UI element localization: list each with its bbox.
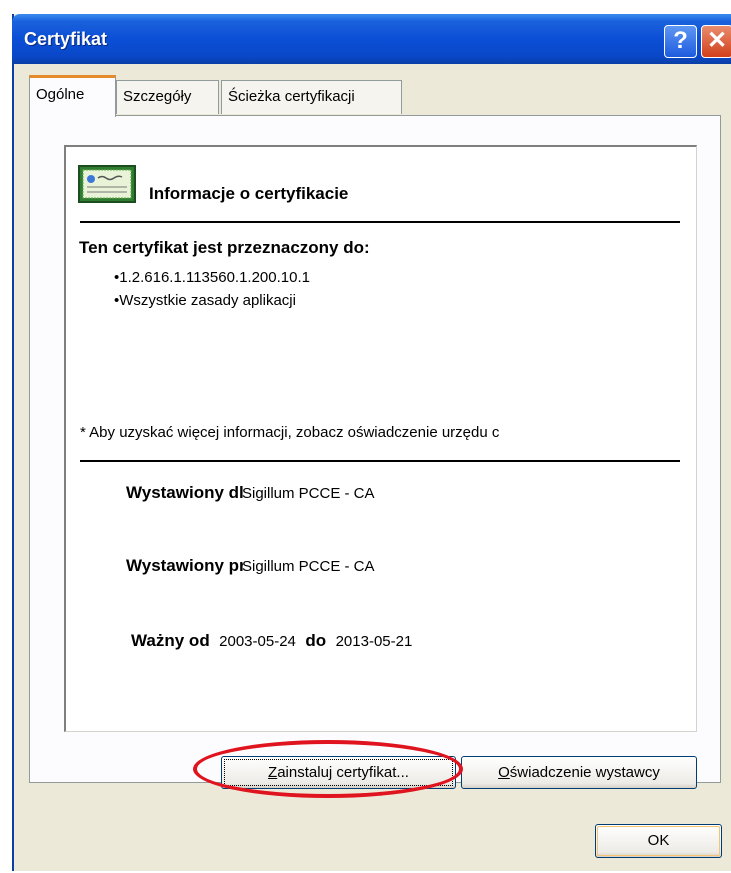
issuer-statement-note: * Aby uzyskać więcej informacji, zobacz … <box>80 424 500 441</box>
title-bar[interactable]: Certyfikat ? ✕ <box>12 14 731 64</box>
issued-by-value: Sigillum PCCE - CA <box>242 558 375 575</box>
purpose-heading: Ten certyfikat jest przeznaczony do: <box>79 238 370 257</box>
tab-general[interactable]: Ogólne <box>29 75 116 117</box>
certificate-info-title: Informacje o certyfikacie <box>149 184 349 203</box>
validity-period: Ważny od 2003-05-24 do 2013-05-21 <box>131 631 412 651</box>
certificate-icon <box>78 165 136 203</box>
tab-certification-path[interactable]: Ścieżka certyfikacji <box>221 80 402 114</box>
valid-to-label: do <box>305 631 327 650</box>
highlight-ellipse <box>193 740 463 798</box>
purpose-item: •Wszystkie zasady aplikacji <box>114 292 296 309</box>
issuer-statement-button[interactable]: Oświadczenie wystawcy <box>461 756 697 789</box>
valid-from-label: Ważny od <box>131 631 210 650</box>
tab-details[interactable]: Szczegóły <box>116 80 219 114</box>
divider <box>80 460 680 462</box>
issued-to-label: Wystawiony dla: <box>126 483 243 502</box>
window-title: Certyfikat <box>24 29 108 49</box>
close-icon[interactable]: ✕ <box>701 25 731 58</box>
issued-by-label: Wystawiony przez: <box>126 556 243 575</box>
valid-to-value: 2013-05-21 <box>335 633 413 650</box>
valid-from-value: 2003-05-24 <box>219 633 296 650</box>
purpose-item: •1.2.616.1.113560.1.200.10.1 <box>114 269 310 286</box>
ok-button[interactable]: OK <box>595 824 722 858</box>
divider <box>80 221 680 223</box>
issued-to-value: Sigillum PCCE - CA <box>242 485 375 502</box>
help-icon[interactable]: ? <box>664 25 697 58</box>
